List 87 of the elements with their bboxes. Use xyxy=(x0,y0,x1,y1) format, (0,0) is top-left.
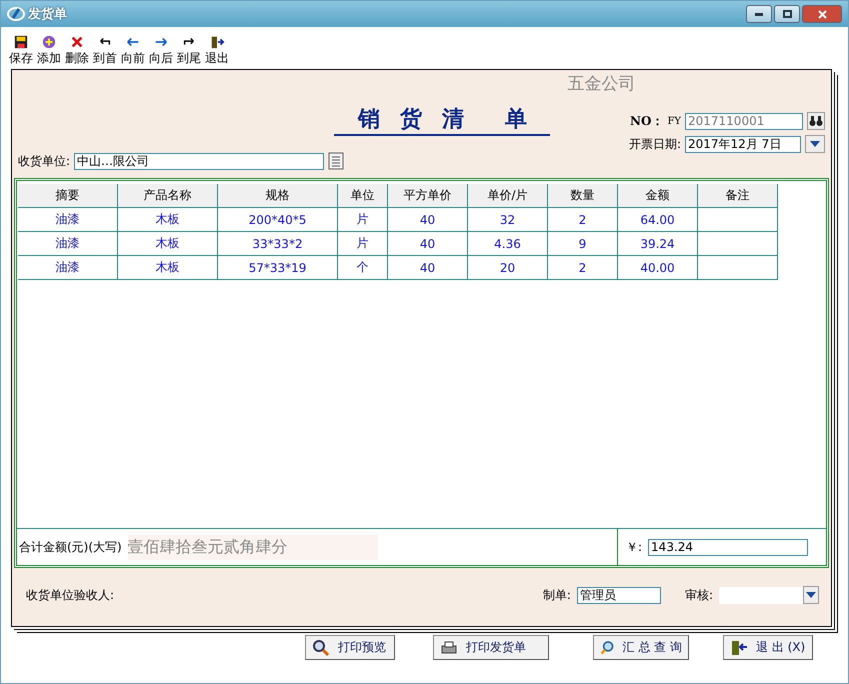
column-header: 摘要 xyxy=(18,184,118,208)
action-button[interactable]: 打印预览 xyxy=(305,635,395,660)
table-cell: 木板 xyxy=(118,232,218,256)
table-cell: 40 xyxy=(388,208,468,232)
table-cell: 57*33*19 xyxy=(218,256,338,280)
close-icon xyxy=(818,10,826,18)
table-cell: 40 xyxy=(388,232,468,256)
table-cell: 油漆 xyxy=(18,232,118,256)
receiver-field[interactable]: 中山…限公司 xyxy=(74,152,324,170)
toolbar-button[interactable]: 退出 xyxy=(205,35,229,67)
exit-door-icon xyxy=(730,638,748,656)
window-title: 发货单 xyxy=(28,6,67,23)
maximize-button[interactable] xyxy=(774,5,800,23)
table-cell: 油漆 xyxy=(18,256,118,280)
table-cell: 200*40*5 xyxy=(218,208,338,232)
number-field[interactable]: 2017110001 xyxy=(685,112,803,130)
table-cell: 33*33*2 xyxy=(218,232,338,256)
table-cell: 2 xyxy=(548,208,618,232)
table-cell: 32 xyxy=(468,208,548,232)
table-cell: 20 xyxy=(468,256,548,280)
table-cell: 油漆 xyxy=(18,208,118,232)
dropdown-caret-icon xyxy=(806,592,816,598)
close-button[interactable] xyxy=(802,5,842,23)
toolbar-button[interactable]: 向前 xyxy=(121,35,145,67)
table-cell: 40 xyxy=(388,256,468,280)
date-dropdown-button[interactable] xyxy=(805,135,825,153)
action-button[interactable]: 打印发货单 xyxy=(433,635,549,660)
document-icon[interactable] xyxy=(328,152,344,170)
magnifier-icon xyxy=(312,638,330,656)
table-cell: 4.36 xyxy=(468,232,548,256)
right-arrow-icon xyxy=(153,35,169,49)
action-button[interactable]: 汇 总 查 询 xyxy=(593,635,689,660)
toolbar-button[interactable]: 添加 xyxy=(37,35,61,67)
action-button[interactable]: 退 出 (X) xyxy=(723,635,813,660)
search-icon xyxy=(600,638,615,656)
printer-icon xyxy=(440,638,458,656)
dropdown-caret-icon xyxy=(810,141,820,147)
app-logo-icon xyxy=(7,6,25,22)
column-header: 规格 xyxy=(218,184,338,208)
table-cell: 木板 xyxy=(118,208,218,232)
table-cell: 片 xyxy=(338,232,388,256)
column-header: 产品名称 xyxy=(118,184,218,208)
maker-field[interactable]: 管理员 xyxy=(576,586,661,604)
date-field[interactable]: 2017年12月 7日 xyxy=(685,136,801,152)
exit-door-icon xyxy=(209,35,225,49)
table-cell: 个 xyxy=(338,256,388,280)
column-header: 平方单价 xyxy=(388,184,468,208)
number-label: NO： xyxy=(630,112,664,130)
receiver-label: 收货单位: xyxy=(18,152,70,170)
binoculars-icon xyxy=(809,115,823,127)
binoculars-button[interactable] xyxy=(807,112,825,130)
toolbar-button[interactable]: 向后 xyxy=(149,35,173,67)
form-title: 销 货 清 单 xyxy=(334,104,550,136)
table-cell: 40.00 xyxy=(618,256,698,280)
total-label: 合计金额(元)(大写) xyxy=(19,538,122,556)
table-cell: 64.00 xyxy=(618,208,698,232)
column-header: 金额 xyxy=(618,184,698,208)
column-header: 数量 xyxy=(548,184,618,208)
maker-label: 制单: xyxy=(542,586,571,604)
total-in-words: 壹佰肆拾叁元贰角肆分 xyxy=(128,534,378,560)
column-header: 单位 xyxy=(338,184,388,208)
table-cell: 2 xyxy=(548,256,618,280)
maximize-icon xyxy=(782,10,792,18)
number-prefix: FY xyxy=(667,116,681,126)
company-name: 五金公司 xyxy=(566,73,636,96)
toolbar-button[interactable]: 保存 xyxy=(9,35,33,67)
minimize-icon xyxy=(755,12,763,16)
column-header: 单价/片 xyxy=(468,184,548,208)
column-header: 备注 xyxy=(698,184,778,208)
acceptor-label: 收货单位验收人: xyxy=(26,586,114,604)
plus-circle-icon xyxy=(41,35,57,49)
delete-icon xyxy=(69,35,85,49)
table-cell: 片 xyxy=(338,208,388,232)
left-arrow-icon xyxy=(125,35,141,49)
table-cell: 39.24 xyxy=(618,232,698,256)
audit-label: 审核: xyxy=(684,586,713,604)
minimize-button[interactable] xyxy=(746,5,772,23)
currency-label: ￥: xyxy=(626,538,642,556)
audit-field[interactable] xyxy=(719,586,803,604)
toolbar-button[interactable]: 到首 xyxy=(93,35,117,67)
toolbar-button[interactable]: 到尾 xyxy=(177,35,201,67)
audit-dropdown-button[interactable] xyxy=(803,586,819,604)
amount-field[interactable]: 143.24 xyxy=(648,538,808,556)
toolbar-button[interactable]: 删除 xyxy=(65,35,89,67)
table-cell: 木板 xyxy=(118,256,218,280)
date-label: 开票日期: xyxy=(628,136,681,152)
table-cell: 9 xyxy=(548,232,618,256)
